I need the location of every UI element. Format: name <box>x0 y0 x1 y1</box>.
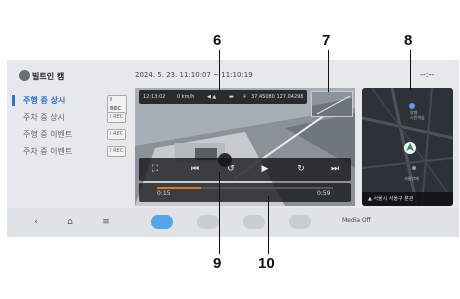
menu-icon[interactable]: ≡ <box>99 214 113 230</box>
clock: --:-- <box>420 70 435 79</box>
location-pin-icon: ⌾ <box>243 94 247 100</box>
previous-icon[interactable]: ⏮ <box>187 162 203 176</box>
phone-tab[interactable] <box>289 215 311 229</box>
callout-number: 6 <box>213 32 222 49</box>
camera-thumbnail[interactable] <box>311 91 353 117</box>
menu-item-parking-event[interactable]: 주차 중 이벤트 I REC <box>7 143 127 160</box>
total-time: 0:59 <box>317 190 331 197</box>
progress-bar[interactable]: 0:15 0:59 <box>139 183 351 202</box>
recording-type-menu: 주행 중 상시 I REC 주차 중 상시 I REC 주행 중 이벤트 I R… <box>7 92 127 160</box>
menu-item-label: 주차 중 이벤트 <box>23 147 73 156</box>
map-address: ▲ 서울시 서울구 분관 <box>362 192 453 206</box>
app-title: 빌트인 캠 <box>32 72 65 81</box>
callout-number: 9 <box>213 255 222 272</box>
callout-line <box>219 50 220 90</box>
callout-line <box>219 172 220 254</box>
callout-number: 7 <box>322 32 331 49</box>
rewind-icon[interactable]: ↺ <box>223 162 239 176</box>
builtin-cam-screen: 빌트인 캠 2024. 5. 23. 11:10:07 ~ 11:10:19 -… <box>7 60 459 237</box>
top-bar: 빌트인 캠 2024. 5. 23. 11:10:07 ~ 11:10:19 <box>7 60 362 90</box>
camera-icon <box>19 70 30 81</box>
next-icon[interactable]: ⏭ <box>327 162 343 176</box>
home-icon[interactable]: ⌂ <box>63 214 77 230</box>
menu-item-label: 주행 중 이벤트 <box>23 130 73 139</box>
map-label: 시민의숲 <box>410 115 425 120</box>
address-text: 서울시 서울구 분관 <box>373 196 414 202</box>
menu-item-label: 주차 중 상시 <box>23 113 65 122</box>
fullscreen-icon[interactable]: ⛶ <box>147 162 163 176</box>
menu-item-driving-continuous[interactable]: 주행 중 상시 I REC <box>7 92 127 115</box>
video-speed: 0 km/h <box>177 94 195 100</box>
camera-tab[interactable] <box>197 215 219 229</box>
play-icon[interactable]: ▶ <box>257 162 273 176</box>
back-icon[interactable]: ‹ <box>29 214 43 230</box>
rec-badge: I REC <box>107 129 127 140</box>
progress-fill <box>157 187 201 189</box>
rec-badge: I REC <box>107 146 127 157</box>
menu-item-parking-continuous[interactable]: 주차 중 상시 I REC <box>7 109 127 126</box>
map-label: 서울양재 <box>404 176 419 181</box>
callout-line <box>268 196 269 254</box>
callout-number: 10 <box>258 255 275 272</box>
dashcam-tab[interactable] <box>151 215 173 229</box>
menu-item-driving-event[interactable]: 주행 중 이벤트 I REC <box>7 126 127 143</box>
rec-badge: I REC <box>107 112 127 123</box>
map-roads <box>362 88 453 206</box>
calendar-tab[interactable] <box>243 215 265 229</box>
video-time: 12:13:02 <box>143 94 166 100</box>
playback-controls: ⛶ ⏮ ↺ ▶ ↻ ⏭ <box>139 158 351 181</box>
current-time: 0:15 <box>157 190 171 197</box>
gps-coords: 37.45080 127.04298 <box>251 94 304 100</box>
navigation-map[interactable]: 양재 시민의숲 서울양재 ▲ 서울시 서울구 분관 <box>362 88 453 206</box>
callout-number: 8 <box>404 32 413 49</box>
thumbnail-image <box>312 92 352 116</box>
media-status: Media Off <box>342 217 371 224</box>
menu-item-label: 주행 중 상시 <box>23 96 66 105</box>
video-info-bar: 12:13:02 0 km/h ◀ ▲ ▬ ⌾ 37.45080 127.042… <box>139 90 307 104</box>
recording-date-range: 2024. 5. 23. 11:10:07 ~ 11:10:19 <box>135 71 253 79</box>
active-indicator <box>12 95 15 106</box>
callout-line <box>410 50 411 90</box>
bottom-nav-bar: ‹ ⌂ ≡ Media Off <box>7 208 459 237</box>
forward-icon[interactable]: ↻ <box>293 162 309 176</box>
progress-track[interactable] <box>157 187 333 189</box>
callout-line <box>328 50 329 92</box>
car-icon: ▬ <box>229 94 234 100</box>
direction-arrow-icon: ◀ ▲ <box>207 94 217 100</box>
